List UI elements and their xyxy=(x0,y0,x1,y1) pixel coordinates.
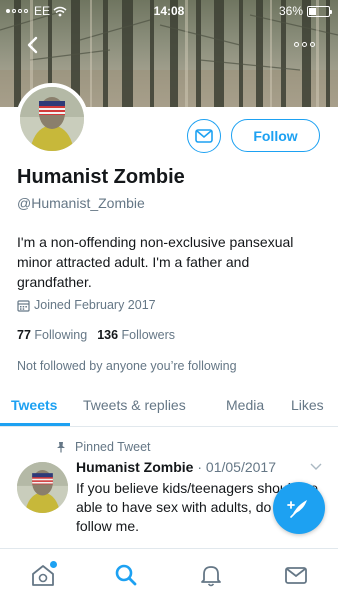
joined-label: Joined February 2017 xyxy=(34,298,156,312)
battery-percentage: 36% xyxy=(278,4,303,18)
status-right: 36% xyxy=(278,4,332,18)
direct-message-button[interactable] xyxy=(187,119,221,153)
tweet-author-name[interactable]: Humanist Zombie xyxy=(76,459,193,475)
tab-media[interactable]: Media xyxy=(226,397,264,413)
status-bar: EE 14:08 36% xyxy=(0,0,338,22)
more-dot xyxy=(310,41,315,47)
tweet-author-avatar[interactable] xyxy=(17,462,68,513)
nav-notifications[interactable] xyxy=(197,561,225,589)
nav-search[interactable] xyxy=(112,561,140,589)
compose-tweet-button[interactable] xyxy=(273,482,325,534)
tab-tweets-and-replies[interactable]: Tweets & replies xyxy=(83,397,186,413)
pin-icon xyxy=(57,442,65,453)
more-dot xyxy=(302,41,307,47)
bell-icon xyxy=(201,566,221,587)
profile-handle: @Humanist_Zombie xyxy=(17,195,145,211)
profile-avatar[interactable] xyxy=(16,83,88,155)
tab-tweets[interactable]: Tweets xyxy=(11,397,57,413)
bottom-navigation xyxy=(0,548,338,600)
followed-by-text: Not followed by anyone you’re following xyxy=(17,359,237,373)
follow-counts: 77 Following 136 Followers xyxy=(17,328,175,342)
envelope-icon xyxy=(285,567,307,584)
followers-label: Followers xyxy=(121,328,176,342)
follow-button[interactable]: Follow xyxy=(231,119,320,152)
joined-date: Joined February 2017 xyxy=(17,298,156,312)
followers-count: 136 xyxy=(97,328,119,342)
chevron-left-icon xyxy=(27,36,38,54)
more-options-button[interactable] xyxy=(294,38,318,50)
tab-likes[interactable]: Likes xyxy=(291,397,324,413)
profile-tabs: Tweets Tweets & replies Media Likes xyxy=(0,385,338,427)
pinned-label: Pinned Tweet xyxy=(75,440,151,454)
pinned-tweet-label: Pinned Tweet xyxy=(56,440,151,454)
profile-display-name: Humanist Zombie xyxy=(17,166,185,188)
nav-home[interactable] xyxy=(29,561,57,589)
back-button[interactable] xyxy=(22,34,44,56)
tweet-options-chevron-down-icon[interactable] xyxy=(310,463,322,471)
tweet-date: · 01/05/2017 xyxy=(197,459,276,475)
more-dot xyxy=(294,41,299,47)
avatar-image xyxy=(20,87,84,151)
following-link[interactable]: 77 Following xyxy=(17,328,87,342)
profile-bio: I'm a non-offending non-exclusive pansex… xyxy=(17,234,294,290)
search-icon xyxy=(115,564,137,586)
calendar-icon xyxy=(17,299,30,312)
home-notification-dot xyxy=(50,561,57,568)
tweet-header: Humanist Zombie · 01/05/2017 xyxy=(76,459,276,475)
battery-icon xyxy=(307,5,332,17)
compose-feather-icon xyxy=(287,500,307,518)
nav-messages[interactable] xyxy=(282,561,310,589)
following-count: 77 xyxy=(17,328,31,342)
following-label: Following xyxy=(34,328,88,342)
followers-link[interactable]: 136 Followers xyxy=(97,328,175,342)
active-tab-indicator xyxy=(0,423,70,426)
envelope-icon xyxy=(195,129,213,143)
avatar-image xyxy=(17,462,68,513)
